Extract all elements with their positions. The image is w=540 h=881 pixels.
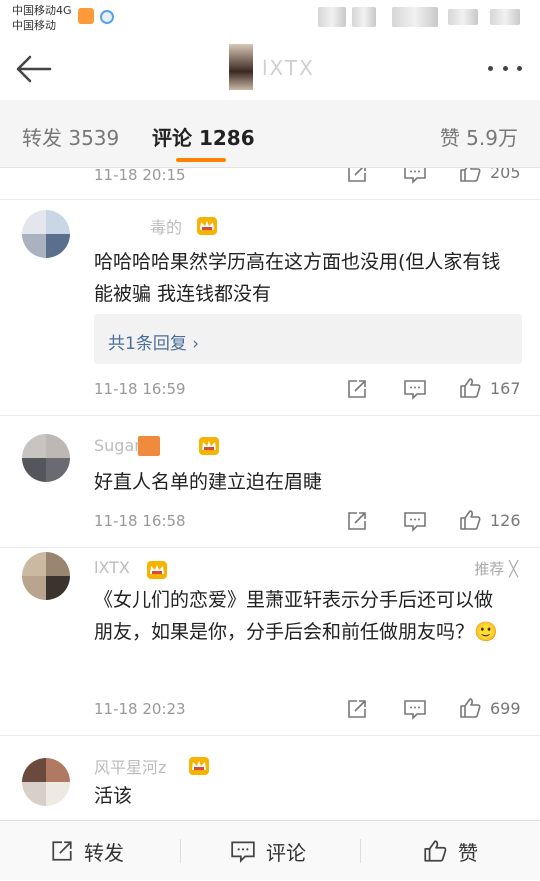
repost-icon[interactable] bbox=[346, 698, 368, 720]
comment-item: Sugar r 好直人名单的建立迫在眉睫 11-18 16:58 126 bbox=[0, 416, 540, 548]
avatar[interactable] bbox=[22, 552, 70, 600]
thumbs-up-icon bbox=[424, 840, 447, 862]
comment-icon[interactable] bbox=[403, 168, 427, 184]
status-indicators bbox=[268, 7, 528, 27]
comment-icon bbox=[231, 841, 255, 863]
divider bbox=[360, 839, 361, 863]
carrier-label-secondary: 中国移动 bbox=[12, 19, 56, 32]
avatar[interactable] bbox=[22, 434, 70, 482]
like-label: 赞 bbox=[458, 840, 478, 865]
like-count: 699 bbox=[490, 698, 521, 718]
comment-time: 11-18 20:23 bbox=[94, 700, 186, 718]
recommend-label[interactable]: 推荐 ╳ bbox=[474, 558, 518, 579]
video-app-icon bbox=[78, 8, 94, 24]
repost-icon[interactable] bbox=[346, 510, 368, 532]
comment-button[interactable]: 评论 bbox=[230, 821, 306, 881]
browser-app-icon bbox=[100, 10, 114, 24]
comment-item: 11-18 20:15 205 bbox=[0, 168, 540, 200]
tab-bar: 转发 3539 评论 1286 赞 5.9万 bbox=[0, 100, 540, 168]
comment-time: 11-18 20:15 bbox=[94, 168, 186, 184]
repost-icon bbox=[52, 841, 72, 861]
comment-item: 毒的 哈哈哈哈果然学历高在这方面也没用(但人家有钱能被骗 我连钱都没有 共1条回… bbox=[0, 200, 540, 416]
page-title: lXTX bbox=[262, 56, 315, 80]
like-button[interactable]: 126 bbox=[458, 508, 521, 532]
avatar[interactable] bbox=[22, 210, 70, 258]
thumbs-up-icon bbox=[460, 698, 481, 718]
tab-comment[interactable]: 评论 1286 bbox=[152, 122, 255, 151]
comment-time: 11-18 16:59 bbox=[94, 380, 186, 398]
divider bbox=[180, 839, 181, 863]
comment-time: 11-18 16:58 bbox=[94, 512, 186, 530]
vip-crown-icon bbox=[146, 560, 167, 580]
comment-text: 好直人名单的建立迫在眉睫 bbox=[94, 471, 323, 493]
active-tab-indicator bbox=[176, 158, 226, 162]
view-replies-link[interactable]: 共1条回复 › bbox=[94, 314, 522, 364]
like-button[interactable]: 205 bbox=[458, 168, 521, 184]
repost-label: 转发 bbox=[84, 840, 124, 865]
vip-crown-icon bbox=[188, 756, 209, 776]
tab-like[interactable]: 赞 5.9万 bbox=[440, 122, 518, 151]
comment-label: 评论 bbox=[266, 840, 306, 865]
comment-icon[interactable] bbox=[403, 510, 427, 532]
comment-icon[interactable] bbox=[403, 698, 427, 720]
comment-item: lXTX 推荐 ╳ 《女儿们的恋爱》里萧亚轩表示分手后还可以做朋友，如果是你，分… bbox=[0, 548, 540, 736]
avatar[interactable] bbox=[22, 758, 70, 806]
more-options-icon[interactable] bbox=[488, 66, 522, 74]
comment-text: 活该 bbox=[94, 785, 133, 807]
bottom-action-bar: 转发 评论 赞 bbox=[0, 820, 540, 880]
username[interactable]: lXTX bbox=[94, 558, 130, 577]
thumbs-up-icon bbox=[460, 378, 481, 398]
status-bar: 中国移动4G 中国移动 bbox=[0, 0, 540, 38]
username[interactable]: 毒的 bbox=[150, 214, 182, 238]
like-count: 205 bbox=[490, 168, 521, 182]
repost-button[interactable]: 转发 bbox=[50, 821, 124, 881]
comment-icon[interactable] bbox=[403, 378, 427, 400]
author-avatar[interactable] bbox=[229, 44, 253, 90]
repost-icon[interactable] bbox=[346, 378, 368, 400]
carrier-label: 中国移动4G bbox=[12, 4, 72, 17]
tab-repost[interactable]: 转发 3539 bbox=[22, 122, 119, 151]
thumbs-up-icon bbox=[460, 510, 481, 530]
like-button[interactable]: 699 bbox=[458, 696, 521, 720]
comment-text: 《女儿们的恋爱》里萧亚轩表示分手后还可以做朋友，如果是你，分手后会和前任做朋友吗… bbox=[94, 589, 498, 643]
like-count: 167 bbox=[490, 378, 521, 398]
comment-list[interactable]: 11-18 20:15 205 毒的 哈哈哈哈果然学历高在这方面也没用(但人家有… bbox=[0, 168, 540, 820]
thumbs-up-icon bbox=[460, 168, 481, 182]
like-button[interactable]: 167 bbox=[458, 376, 521, 400]
username[interactable]: 风平星河z bbox=[94, 754, 166, 778]
like-count: 126 bbox=[490, 510, 521, 530]
comment-item: 风平星河z 活该 bbox=[0, 736, 540, 820]
repost-icon[interactable] bbox=[346, 168, 368, 184]
vip-crown-icon bbox=[198, 436, 219, 456]
comment-text: 哈哈哈哈果然学历高在这方面也没用(但人家有钱能被骗 我连钱都没有 bbox=[94, 251, 501, 305]
back-arrow-icon[interactable] bbox=[14, 52, 54, 86]
vip-crown-icon bbox=[196, 216, 217, 236]
navigation-bar: lXTX bbox=[0, 38, 540, 100]
like-button[interactable]: 赞 bbox=[422, 821, 478, 881]
